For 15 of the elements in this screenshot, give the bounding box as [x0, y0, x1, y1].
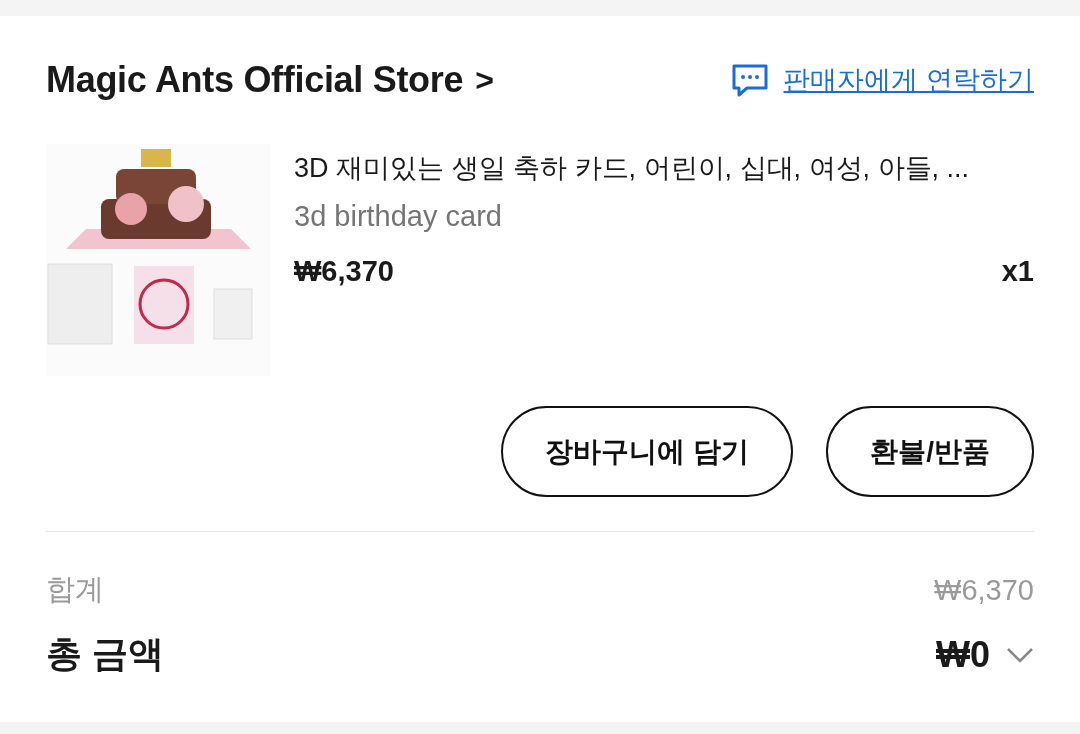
quantity: x1 [1001, 255, 1034, 288]
product-price: ₩6,370 [294, 255, 394, 288]
contact-seller-link[interactable]: 판매자에게 연락하기 [783, 62, 1034, 98]
action-button[interactable]: 환불/반품 [826, 406, 1034, 497]
expand-icon[interactable] [1006, 646, 1034, 663]
chat-icon[interactable] [731, 63, 770, 97]
action-button[interactable]: 장바구니에 담기 [501, 406, 794, 497]
store-name[interactable]: Magic Ants Official Store [46, 59, 464, 101]
subtotal-label: 합계 [46, 572, 104, 607]
product-title[interactable]: 3D 재미있는 생일 축하 카드, 어린이, 십대, 여성, 아들, ... [294, 150, 1034, 186]
subtotal-amount: ₩6,370 [934, 573, 1034, 607]
chevron-icon[interactable]: > [475, 61, 494, 99]
total-amount: ₩0 [936, 633, 990, 676]
total-label: 총 금액 [46, 632, 164, 676]
product-variant: 3d birthday card [294, 200, 503, 233]
